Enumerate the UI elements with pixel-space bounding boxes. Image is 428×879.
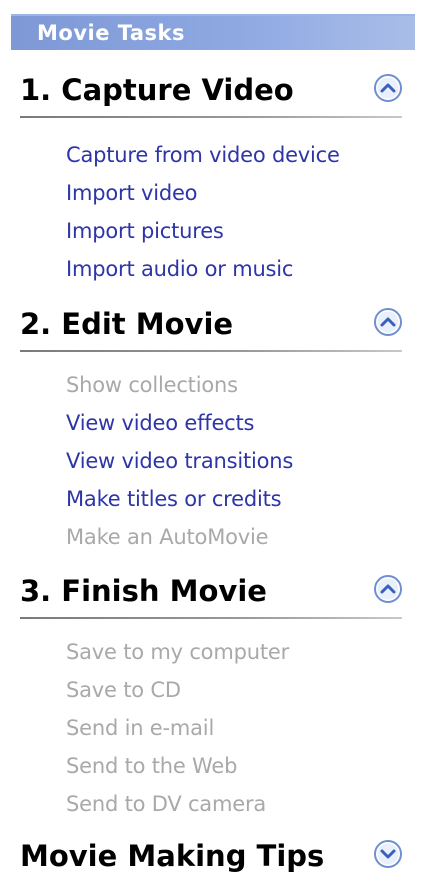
pane-title: Movie Tasks bbox=[37, 21, 186, 45]
task-save-to-cd: Save to CD bbox=[66, 678, 181, 702]
task-view-video-effects[interactable]: View video effects bbox=[66, 404, 293, 442]
task-send-to-the-web: Send to the Web bbox=[66, 754, 238, 778]
task-import-video[interactable]: Import video bbox=[66, 174, 340, 212]
section-finish-movie-header[interactable]: 3. Finish Movie bbox=[20, 571, 404, 619]
edit-movie-task-list: Show collections View video effects View… bbox=[66, 366, 293, 556]
finish-movie-task-list: Save to my computer Save to CD Send in e… bbox=[66, 633, 289, 823]
task-show-collections: Show collections bbox=[66, 373, 238, 397]
task-import-audio-or-music[interactable]: Import audio or music bbox=[66, 250, 340, 288]
section-title: 3. Finish Movie bbox=[20, 574, 267, 608]
section-divider bbox=[20, 617, 402, 619]
task-send-to-dv-camera: Send to DV camera bbox=[66, 792, 267, 816]
section-divider bbox=[20, 116, 402, 118]
task-save-to-my-computer: Save to my computer bbox=[66, 640, 290, 664]
movie-tasks-pane: Movie Tasks 1. Capture Video Capture fro… bbox=[0, 0, 428, 879]
task-capture-from-video-device[interactable]: Capture from video device bbox=[66, 136, 340, 174]
section-title: Movie Making Tips bbox=[20, 839, 325, 873]
section-edit-movie-header[interactable]: 2. Edit Movie bbox=[20, 304, 404, 352]
section-movie-making-tips-header[interactable]: Movie Making Tips bbox=[20, 836, 402, 879]
chevron-down-icon[interactable] bbox=[372, 838, 404, 870]
chevron-up-icon[interactable] bbox=[372, 306, 404, 338]
section-capture-video-header[interactable]: 1. Capture Video bbox=[20, 70, 404, 118]
section-title: 2. Edit Movie bbox=[20, 307, 234, 341]
task-make-titles-or-credits[interactable]: Make titles or credits bbox=[66, 480, 293, 518]
chevron-up-icon[interactable] bbox=[372, 573, 404, 605]
chevron-up-icon[interactable] bbox=[372, 72, 404, 104]
section-divider bbox=[20, 350, 402, 352]
movie-tasks-header: Movie Tasks bbox=[11, 14, 415, 50]
task-send-in-e-mail: Send in e-mail bbox=[66, 716, 215, 740]
section-title: 1. Capture Video bbox=[20, 73, 294, 107]
task-import-pictures[interactable]: Import pictures bbox=[66, 212, 340, 250]
task-view-video-transitions[interactable]: View video transitions bbox=[66, 442, 293, 480]
capture-video-task-list: Capture from video device Import video I… bbox=[66, 136, 340, 288]
task-make-an-automovie: Make an AutoMovie bbox=[66, 525, 269, 549]
